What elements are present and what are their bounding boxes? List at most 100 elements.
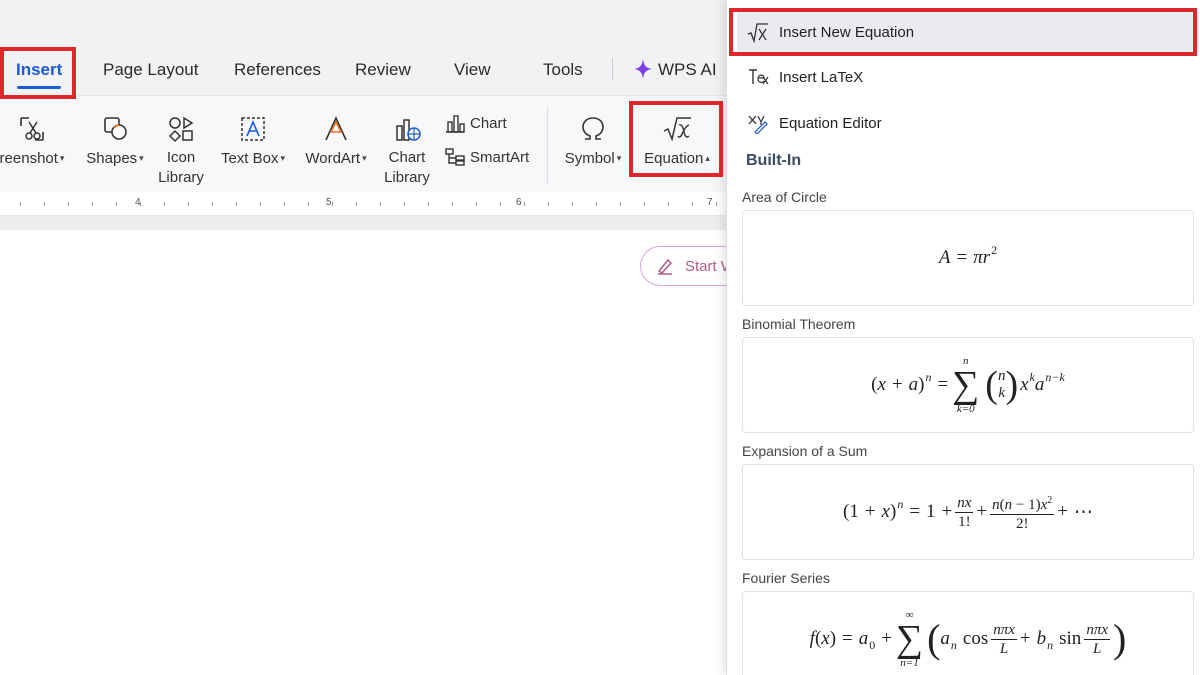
icon-library-icon [168,116,194,143]
expansion-of-a-sum-equation[interactable]: (1 + x) n = 1 + nx 1! + n(n − 1)x2 2! + ⋯ [742,464,1194,560]
equation-name: Expansion of a Sum [742,443,868,459]
equation-formula: f(x) = a 0 + ∞ ∑ n=1 (a n cos nπx L + b n sin nπx L) [809,609,1127,669]
ruler-tick [92,202,93,206]
icon-library-button[interactable]: Icon Library [158,114,204,188]
ruler-tick [188,202,189,206]
tab-insert[interactable]: Insert [16,60,62,80]
screenshot-label: reenshot [0,150,58,167]
wordart-label: WordArt [305,150,361,167]
tab-references[interactable]: References [234,60,321,80]
ruler-tick [428,202,429,206]
tex-icon [749,69,769,85]
equation-button[interactable]: Equation ▴ [638,114,716,169]
chart-library-button[interactable]: Chart Library [384,114,430,188]
square-root-x-icon [663,117,691,142]
chart-button[interactable]: Chart [444,112,507,134]
ruler-tick [548,202,549,206]
tab-view[interactable]: View [454,60,491,80]
chart-library-icon [396,119,421,141]
text-box-icon [241,117,265,141]
insert-new-equation-label: Insert New Equation [779,23,915,41]
ruler-mark: 7 [707,197,713,208]
ruler-tick [524,202,525,206]
text-box-label: Text Box [220,150,279,167]
ruler-tick [404,202,405,206]
ruler-tick [308,202,309,206]
symbol-label: Symbol [564,150,615,167]
ruler-tick [692,202,693,206]
icon-library-label-2: Library [158,169,204,186]
chevron-down-icon: ▾ [280,153,286,163]
ruler-tick [284,202,285,206]
equation-formula: (1 + x) n = 1 + nx 1! + n(n − 1)x2 2! + ⋯ [843,492,1093,533]
ruler-tick [500,202,501,206]
insert-latex-item[interactable]: Insert LaTeX [737,57,1199,97]
smartart-label: SmartArt [470,148,530,166]
ruler-tick [644,202,645,206]
symbol-button[interactable]: Symbol ▾ [560,114,626,169]
area-of-circle-equation[interactable]: A = πr 2 [742,210,1194,306]
square-root-x-icon [747,23,768,43]
ribbon-divider [547,106,548,184]
equation-editor-label: Equation Editor [779,114,882,132]
smartart-button[interactable]: SmartArt [444,146,529,168]
tab-tools[interactable]: Tools [543,60,583,80]
ruler-tick [260,202,261,206]
ruler-tick [596,202,597,206]
shapes-icon [104,117,127,140]
ruler-tick [164,202,165,206]
tab-page-layout[interactable]: Page Layout [103,60,198,80]
ruler-mark: 6 [516,197,522,208]
chart-library-label-2: Library [384,169,430,186]
tab-wps-ai[interactable]: WPS AI [658,60,717,80]
equation-name: Fourier Series [742,570,830,586]
tab-divider [612,58,613,80]
wordart-button[interactable]: WordArt ▾ [301,114,371,169]
ruler-tick [356,202,357,206]
tab-review[interactable]: Review [355,60,411,80]
chart-label: Chart [470,114,507,132]
chart-icon [446,115,465,133]
shapes-button[interactable]: Shapes ▾ [84,114,146,169]
ruler-tick [68,202,69,206]
insert-latex-label: Insert LaTeX [779,68,864,86]
equation-dropdown: Insert New Equation Insert LaTeX Equatio… [726,0,1200,675]
built-in-heading: Built-In [746,152,802,169]
ruler-tick [236,202,237,206]
omega-symbol-icon [582,117,604,140]
equation-editor-icon [748,115,768,134]
text-box-button[interactable]: Text Box ▾ [218,114,288,169]
ruler-tick [380,202,381,206]
active-tab-indicator [17,86,61,89]
wordart-icon [325,116,347,141]
binomial-theorem-equation[interactable]: (x + a) n = n ∑ k=0 (n k) x k a n−k [742,337,1194,433]
ruler-tick [20,202,21,206]
ruler-mark: 5 [326,197,332,208]
equation-formula: A = πr 2 [938,242,998,269]
chevron-down-icon: ▾ [616,153,622,163]
icon-library-label-1: Icon [166,149,196,166]
screenshot-scissors-icon [20,117,44,141]
ruler-tick [476,202,477,206]
equation-editor-item[interactable]: Equation Editor [737,103,1199,143]
chart-library-label-1: Chart [388,149,426,166]
ruler-tick [44,202,45,206]
insert-new-equation-item[interactable]: Insert New Equation [737,12,1199,52]
ruler-tick [332,202,333,206]
chevron-down-icon: ▾ [59,153,65,163]
equation-name: Binomial Theorem [742,316,856,332]
ruler-tick [452,202,453,206]
pen-icon [657,258,673,275]
screenshot-button[interactable]: reenshot ▾ [0,114,72,169]
chevron-down-icon: ▾ [362,153,367,163]
chevron-down-icon: ▾ [139,153,144,163]
ruler-tick [572,202,573,206]
ruler-tick [116,202,117,206]
fourier-series-equation[interactable]: f(x) = a 0 + ∞ ∑ n=1 (a n cos nπx L + b n sin nπx L) [742,591,1194,675]
chevron-up-icon: ▴ [705,153,710,163]
shapes-label: Shapes [86,150,138,167]
ruler-tick [212,202,213,206]
wps-ai-sparkle-icon [634,59,652,79]
ruler-tick [620,202,621,206]
ruler-tick [716,202,717,206]
